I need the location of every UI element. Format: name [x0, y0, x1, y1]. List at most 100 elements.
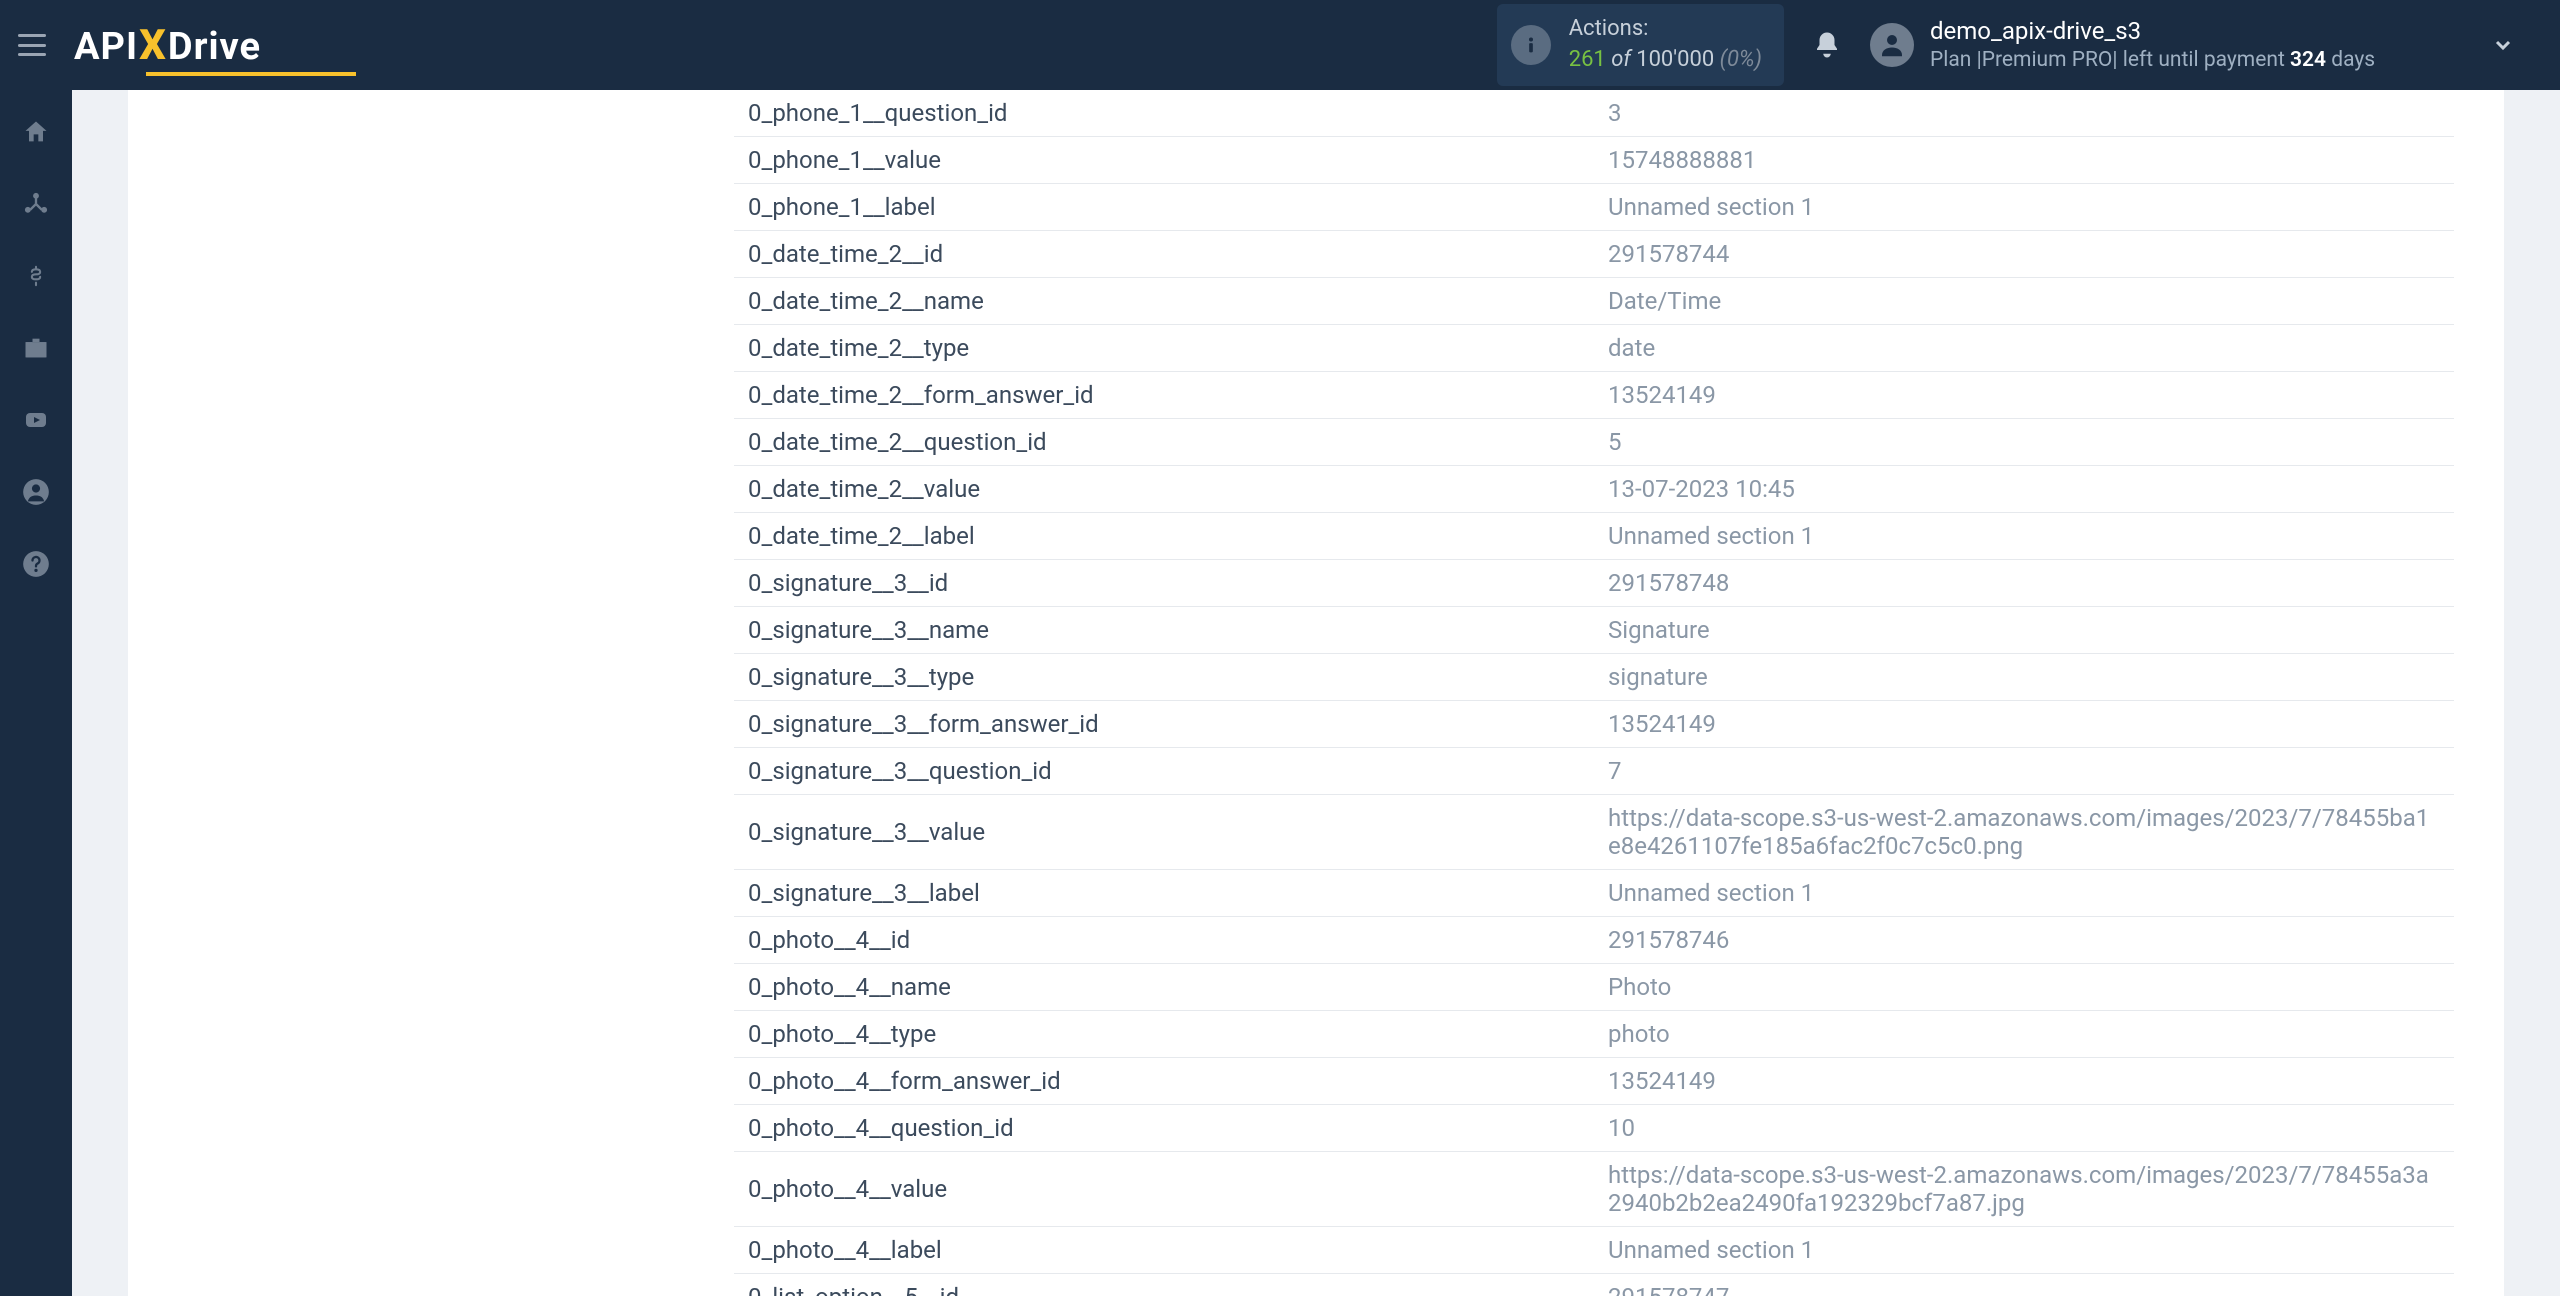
table-row: 0_date_time_2__form_answer_id13524149	[734, 372, 2454, 419]
sidebar-item-billing[interactable]	[14, 254, 58, 298]
sidebar-item-briefcase[interactable]	[14, 326, 58, 370]
chevron-down-icon	[2491, 33, 2515, 57]
field-key: 0_phone_1__question_id	[734, 90, 1594, 137]
field-value: 291578744	[1594, 231, 2454, 278]
table-row: 0_date_time_2__typedate	[734, 325, 2454, 372]
field-value: 13524149	[1594, 1058, 2454, 1105]
table-row: 0_photo__4__labelUnnamed section 1	[734, 1227, 2454, 1274]
top-header: API X Drive Actions: 261 of 100'000 (0%)…	[0, 0, 2560, 90]
field-key: 0_signature__3__type	[734, 654, 1594, 701]
table-row: 0_signature__3__typesignature	[734, 654, 2454, 701]
field-value: 13524149	[1594, 372, 2454, 419]
field-value: Unnamed section 1	[1594, 184, 2454, 231]
field-key: 0_date_time_2__value	[734, 466, 1594, 513]
field-key: 0_photo__4__id	[734, 917, 1594, 964]
table-row: 0_photo__4__valuehttps://data-scope.s3-u…	[734, 1152, 2454, 1227]
field-key: 0_signature__3__question_id	[734, 748, 1594, 795]
field-key: 0_signature__3__value	[734, 795, 1594, 870]
field-value: Signature	[1594, 607, 2454, 654]
user-avatar-icon	[1870, 23, 1914, 67]
sidebar-item-account[interactable]	[14, 470, 58, 514]
actions-text: Actions: 261 of 100'000 (0%)	[1569, 14, 1762, 76]
field-value: 3	[1594, 90, 2454, 137]
field-value: Unnamed section 1	[1594, 513, 2454, 560]
field-key: 0_date_time_2__label	[734, 513, 1594, 560]
user-menu[interactable]: demo_apix-drive_s3 Plan |Premium PRO| le…	[1870, 16, 2530, 74]
table-row: 0_signature__3__valuehttps://data-scope.…	[734, 795, 2454, 870]
content-card: 0_phone_1__question_id30_phone_1__value1…	[128, 90, 2504, 1296]
table-row: 0_photo__4__namePhoto	[734, 964, 2454, 1011]
field-value: Unnamed section 1	[1594, 870, 2454, 917]
logo-underline	[146, 72, 356, 76]
field-value: photo	[1594, 1011, 2454, 1058]
actions-box[interactable]: Actions: 261 of 100'000 (0%)	[1497, 4, 1784, 86]
logo[interactable]: API X Drive	[74, 21, 261, 70]
table-row: 0_date_time_2__question_id5	[734, 419, 2454, 466]
field-value: 291578747	[1594, 1274, 2454, 1296]
sidebar-item-connections[interactable]	[14, 182, 58, 226]
table-row: 0_photo__4__question_id10	[734, 1105, 2454, 1152]
logo-text-drive: Drive	[168, 25, 261, 69]
field-value: 291578746	[1594, 917, 2454, 964]
menu-toggle-button[interactable]	[18, 34, 46, 56]
data-table: 0_phone_1__question_id30_phone_1__value1…	[734, 90, 2454, 1296]
field-key: 0_photo__4__name	[734, 964, 1594, 1011]
field-value: 13-07-2023 10:45	[1594, 466, 2454, 513]
logo-text-api: API	[74, 25, 138, 69]
table-row: 0_date_time_2__id291578744	[734, 231, 2454, 278]
field-value: Unnamed section 1	[1594, 1227, 2454, 1274]
field-key: 0_phone_1__label	[734, 184, 1594, 231]
table-row: 0_date_time_2__labelUnnamed section 1	[734, 513, 2454, 560]
field-value: 7	[1594, 748, 2454, 795]
table-row: 0_photo__4__id291578746	[734, 917, 2454, 964]
sidebar-item-help[interactable]	[14, 542, 58, 586]
field-key: 0_signature__3__id	[734, 560, 1594, 607]
table-row: 0_photo__4__form_answer_id13524149	[734, 1058, 2454, 1105]
field-value: 291578748	[1594, 560, 2454, 607]
field-key: 0_date_time_2__name	[734, 278, 1594, 325]
main-content: 0_phone_1__question_id30_phone_1__value1…	[72, 90, 2560, 1296]
field-key: 0_date_time_2__id	[734, 231, 1594, 278]
field-value: https://data-scope.s3-us-west-2.amazonaw…	[1594, 795, 2454, 870]
left-sidebar	[0, 90, 72, 1296]
field-key: 0_signature__3__label	[734, 870, 1594, 917]
notifications-button[interactable]	[1812, 30, 1842, 60]
sidebar-item-home[interactable]	[14, 110, 58, 154]
field-key: 0_photo__4__type	[734, 1011, 1594, 1058]
table-row: 0_date_time_2__nameDate/Time	[734, 278, 2454, 325]
card-left-spacer	[128, 90, 734, 1296]
field-key: 0_photo__4__question_id	[734, 1105, 1594, 1152]
card-right: 0_phone_1__question_id30_phone_1__value1…	[734, 90, 2504, 1296]
user-name: demo_apix-drive_s3	[1930, 16, 2375, 47]
field-key: 0_date_time_2__question_id	[734, 419, 1594, 466]
table-row: 0_date_time_2__value13-07-2023 10:45	[734, 466, 2454, 513]
user-meta: demo_apix-drive_s3 Plan |Premium PRO| le…	[1930, 16, 2375, 74]
field-value: date	[1594, 325, 2454, 372]
table-row: 0_signature__3__id291578748	[734, 560, 2454, 607]
sidebar-item-video[interactable]	[14, 398, 58, 442]
field-value: 13524149	[1594, 701, 2454, 748]
field-value: https://data-scope.s3-us-west-2.amazonaw…	[1594, 1152, 2454, 1227]
table-row: 0_list_option__5__id291578747	[734, 1274, 2454, 1296]
field-key: 0_signature__3__name	[734, 607, 1594, 654]
table-row: 0_signature__3__question_id7	[734, 748, 2454, 795]
table-row: 0_signature__3__labelUnnamed section 1	[734, 870, 2454, 917]
table-row: 0_photo__4__typephoto	[734, 1011, 2454, 1058]
field-key: 0_list_option__5__id	[734, 1274, 1594, 1296]
table-row: 0_phone_1__labelUnnamed section 1	[734, 184, 2454, 231]
table-row: 0_signature__3__nameSignature	[734, 607, 2454, 654]
field-value: Date/Time	[1594, 278, 2454, 325]
logo-text-x: X	[139, 21, 167, 70]
table-row: 0_phone_1__question_id3	[734, 90, 2454, 137]
field-key: 0_photo__4__value	[734, 1152, 1594, 1227]
table-row: 0_phone_1__value15748888881	[734, 137, 2454, 184]
field-key: 0_signature__3__form_answer_id	[734, 701, 1594, 748]
field-value: 15748888881	[1594, 137, 2454, 184]
table-row: 0_signature__3__form_answer_id13524149	[734, 701, 2454, 748]
field-key: 0_date_time_2__form_answer_id	[734, 372, 1594, 419]
field-key: 0_photo__4__form_answer_id	[734, 1058, 1594, 1105]
user-plan: Plan |Premium PRO| left until payment 32…	[1930, 47, 2375, 74]
actions-label: Actions:	[1569, 14, 1762, 45]
info-icon	[1511, 25, 1551, 65]
field-key: 0_date_time_2__type	[734, 325, 1594, 372]
